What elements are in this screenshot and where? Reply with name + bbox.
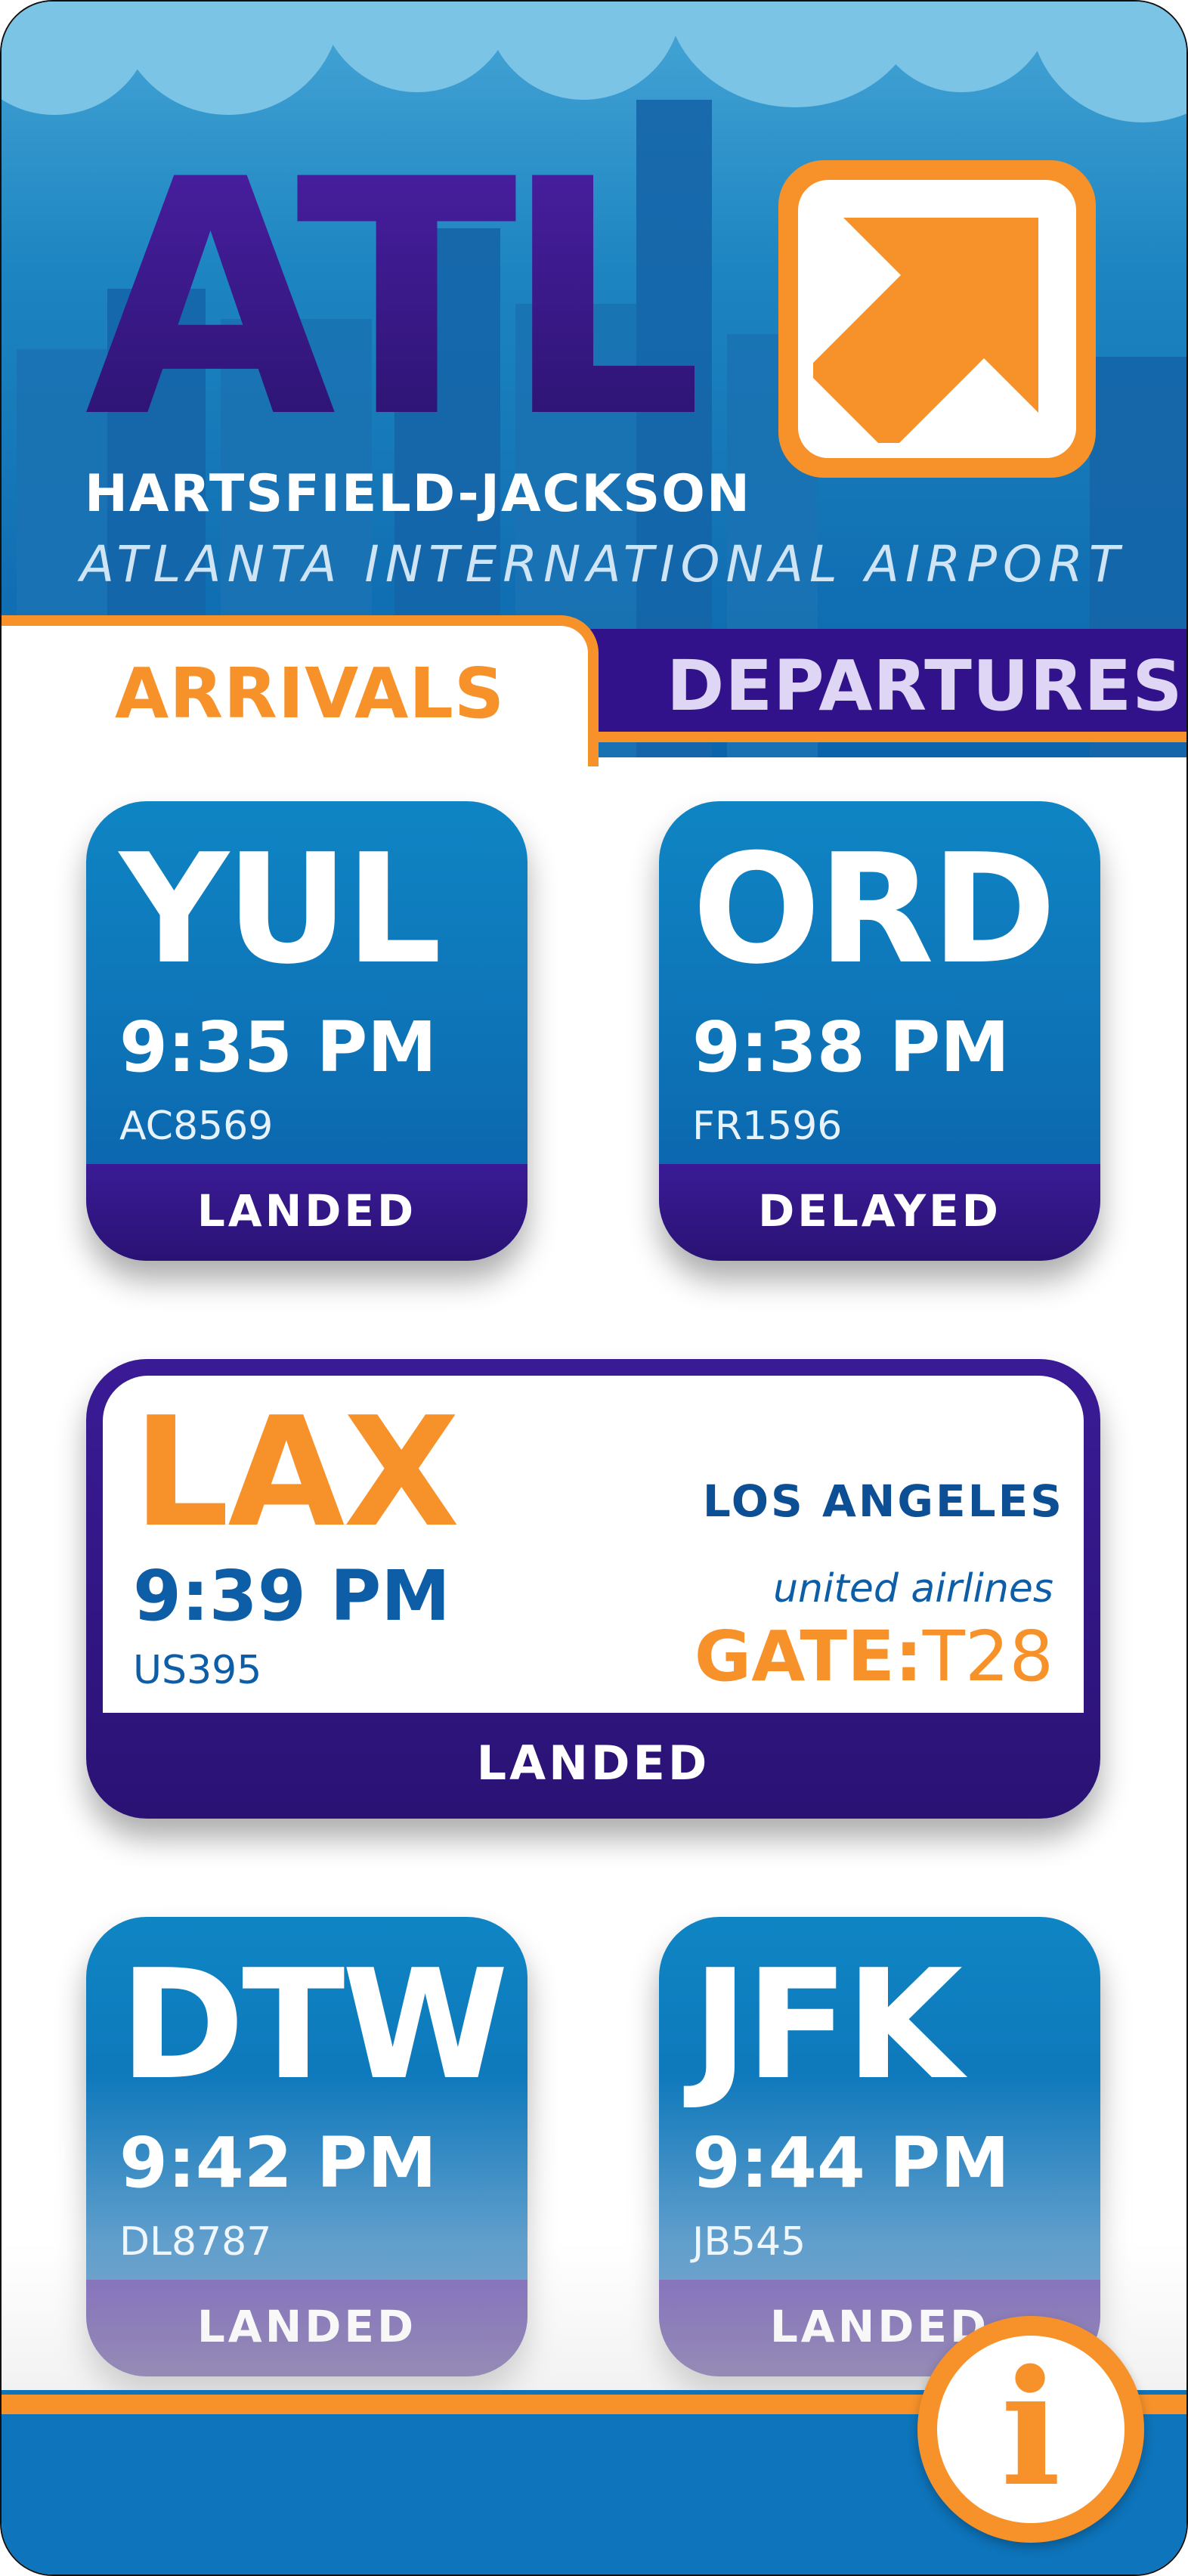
airport-name-line1: HARTSFIELD-JACKSON [85,464,751,524]
flight-status-bar: LANDED [86,2280,527,2376]
app-screen: ATL HARTSFIELD-JACKSON ATLANTA INTERNATI… [0,0,1188,2576]
info-icon-glyph: i [1001,2335,1061,2522]
flight-airport-code: ORD [692,822,1057,998]
flight-card-details: LAX 9:39 PM US395 LOS ANGELES united air… [103,1376,1084,1713]
tab-underline [591,732,1186,742]
flight-status-bar: DELAYED [659,1164,1100,1261]
flight-number: US395 [133,1648,262,1693]
info-icon: i [937,2336,1125,2523]
gate-label: GATE: [694,1616,923,1697]
flight-status: LANDED [196,1185,417,1237]
flight-number: JB545 [692,2219,806,2265]
cloud-decoration [115,2,342,115]
flight-number: FR1596 [692,1104,843,1149]
flight-status-bar: LANDED [86,1164,527,1261]
flight-gate: GATE:T28 [695,1616,1053,1697]
flight-number: DL8787 [119,2219,272,2265]
flight-card-lax-expanded[interactable]: LAX 9:39 PM US395 LOS ANGELES united air… [86,1359,1100,1819]
flight-time: 9:35 PM [119,1007,437,1088]
airport-code-title: ATL [85,111,710,489]
flight-airport-code: DTW [119,1937,509,2113]
flight-airline: united airlines [773,1566,1053,1612]
flight-card-dtw[interactable]: DTW 9:42 PM DL8787 LANDED [86,1917,527,2376]
flight-time: 9:39 PM [133,1556,450,1636]
gate-value: T28 [922,1616,1053,1697]
info-button[interactable]: i [917,2316,1144,2543]
airport-name-line2: ATLANTA INTERNATIONAL AIRPORT [80,535,1126,593]
flight-city: LOS ANGELES [702,1475,1064,1527]
flight-number: AC8569 [119,1104,274,1149]
flight-card-jfk[interactable]: JFK 9:44 PM JB545 LANDED [659,1917,1100,2376]
tab-arrivals-mask [2,742,588,788]
flight-airport-code: LAX [133,1385,459,1561]
flight-time: 9:42 PM [119,2122,437,2203]
flight-card-ord[interactable]: ORD 9:38 PM FR1596 DELAYED [659,801,1100,1261]
airport-logo [778,160,1096,478]
tab-arrivals-label: ARRIVALS [115,653,506,734]
flight-status: LANDED [196,2301,417,2352]
flight-status: DELAYED [758,1185,1001,1237]
flight-card-yul[interactable]: YUL 9:35 PM AC8569 LANDED [86,801,527,1261]
flight-airport-code: YUL [119,822,442,998]
flight-status: LANDED [476,1735,710,1791]
flight-time: 9:44 PM [692,2122,1010,2203]
flight-airport-code: JFK [692,1937,963,2113]
tab-departures[interactable]: DEPARTURES [561,629,1186,742]
cloud-decoration [485,2,682,100]
flight-time: 9:38 PM [692,1007,1010,1088]
cloud-decoration [1029,2,1186,122]
arrow-up-right-icon [813,218,1038,443]
tab-departures-label: DEPARTURES [667,646,1183,726]
cloud-decoration [871,2,1052,92]
